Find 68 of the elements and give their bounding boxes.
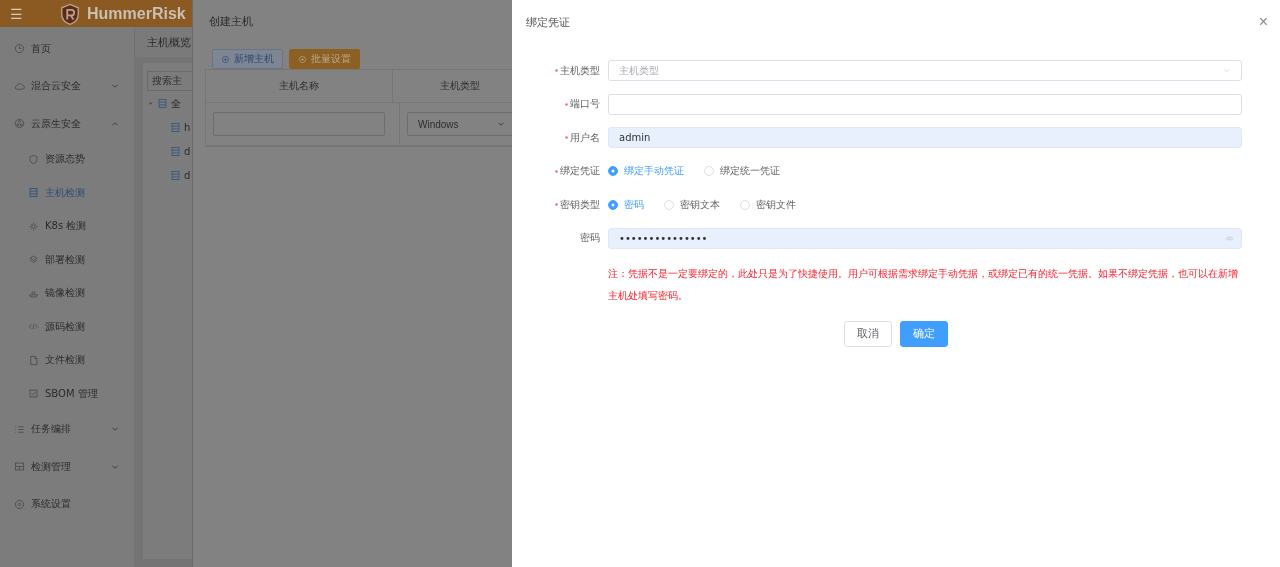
server-icon	[170, 146, 181, 157]
column-header: 主机类型	[438, 79, 481, 93]
tree-item[interactable]: d	[147, 140, 192, 163]
clock-icon	[14, 43, 25, 55]
server-icon	[170, 170, 181, 181]
tree-item[interactable]: 全	[147, 92, 192, 115]
drawer-title: 绑定凭证	[526, 14, 571, 30]
plus-circle-icon	[298, 54, 307, 64]
column-header: 主机名称	[206, 70, 393, 102]
field-label: 端口号	[570, 97, 600, 112]
drawer-title: 创建主机	[208, 14, 254, 30]
close-button[interactable]: ×	[1258, 13, 1268, 31]
radio-label[interactable]: 密钥文本	[680, 197, 720, 212]
button[interactable]: 新增主机	[212, 49, 283, 69]
radio-label[interactable]: 密钥文件	[756, 197, 796, 212]
radio-button[interactable]	[608, 166, 618, 177]
tab[interactable]: 主机概览	[135, 27, 192, 57]
layers-icon	[28, 254, 39, 266]
server-icon	[157, 98, 168, 109]
sidebar-item[interactable]: K8s 检测	[0, 209, 134, 243]
sidebar-item[interactable]: 任务编排	[0, 410, 134, 448]
sidebar-item[interactable]: 镜像检测	[0, 276, 134, 310]
select-field[interactable]: 主机类型	[608, 60, 1242, 82]
sidebar-item[interactable]: 文件检测	[0, 343, 134, 377]
search-field[interactable]: 搜索主	[147, 70, 192, 91]
logo-text: HummerRisk	[87, 4, 186, 23]
network-icon	[14, 118, 25, 130]
field-label: 密码	[580, 231, 600, 246]
checkbox-icon	[28, 388, 39, 400]
list-icon	[14, 423, 25, 435]
note-text: 注：凭据不是一定要绑定的，此处只是为了快捷使用。用户可根据需求绑定手动凭据，或绑定已有的统一凭据。如果不绑定凭据，也可以在新增主机处填写密码。	[608, 267, 1239, 303]
field-label: 密钥类型	[560, 197, 600, 212]
dashboard-icon	[14, 461, 25, 473]
button[interactable]: 确定	[900, 321, 948, 347]
plus-circle-icon	[221, 54, 230, 64]
sidebar-item[interactable]: 源码检测	[0, 310, 134, 344]
settings-icon	[14, 498, 25, 510]
server-icon	[170, 122, 181, 133]
sidebar-item[interactable]: 首页	[0, 30, 134, 68]
cloud-icon	[14, 80, 25, 92]
sidebar-item[interactable]: 资源态势	[0, 142, 134, 176]
sidebar-item[interactable]: 主机检测	[0, 176, 134, 210]
server-icon	[28, 187, 39, 199]
field-label: 主机类型	[560, 63, 600, 78]
tree-item[interactable]: h	[147, 116, 192, 139]
file-icon	[28, 354, 39, 366]
field-label: 绑定凭证	[560, 164, 600, 179]
shield-icon	[28, 153, 39, 165]
shield-logo-icon	[59, 1, 81, 26]
radio-label[interactable]: 绑定手动凭证	[624, 164, 684, 179]
button[interactable]: 批量设置	[289, 49, 360, 69]
sidebar-item[interactable]: 云原生安全	[0, 105, 134, 143]
sidebar-item[interactable]: SBOM 管理	[0, 377, 134, 411]
field-label: 用户名	[570, 130, 600, 145]
sidebar-item[interactable]: 检测管理	[0, 448, 134, 486]
eye-icon	[1225, 233, 1234, 243]
input-field[interactable]: admin	[608, 127, 1242, 149]
tree-item[interactable]: d	[147, 164, 192, 187]
radio-button[interactable]	[608, 199, 618, 210]
password-field[interactable]: •••••••••••••••	[608, 227, 1242, 249]
sidebar-item[interactable]: 部署检测	[0, 243, 134, 277]
sidebar-item[interactable]: 混合云安全	[0, 67, 134, 105]
gear-icon	[28, 220, 39, 232]
sidebar-item[interactable]: 系统设置	[0, 485, 134, 523]
menu-button[interactable]: ☰	[10, 5, 23, 22]
button[interactable]: 取消	[844, 321, 892, 347]
radio-label[interactable]: 密码	[624, 197, 644, 212]
radio-label[interactable]: 绑定统一凭证	[720, 164, 780, 179]
